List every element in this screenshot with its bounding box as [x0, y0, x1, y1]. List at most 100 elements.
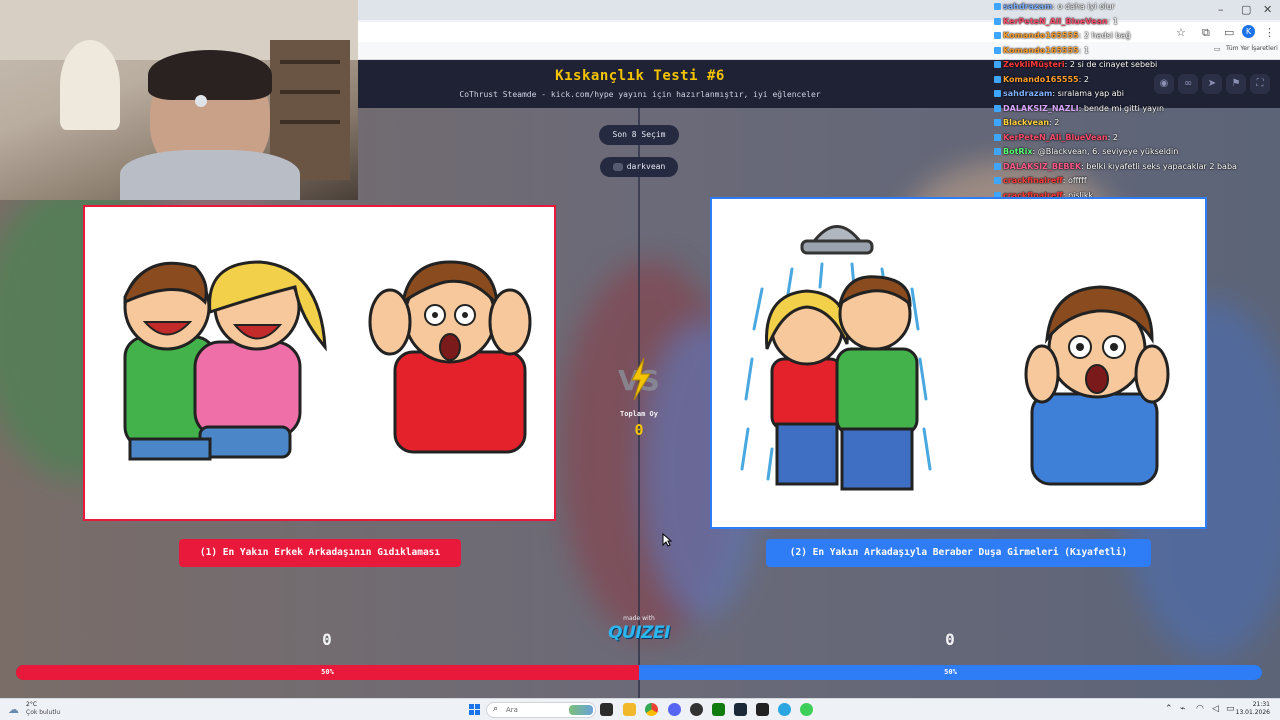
- chat-text: : @Blackvean, 6. seviyeye yükseldin: [1032, 147, 1179, 156]
- mouse-cursor-icon: [662, 533, 672, 547]
- shower-illustration: [740, 225, 1170, 491]
- wifi-icon[interactable]: ◠: [1196, 704, 1204, 714]
- chat-message: DALAKSIZ_NAZLI: bende mi gitti yayın: [994, 102, 1280, 117]
- chat-message: Blackvean: 2: [994, 116, 1280, 131]
- quiz-subtitle: CoThrust Steamde - kick.com/hype yayını …: [459, 90, 821, 99]
- chat-text: : 2: [1078, 74, 1089, 84]
- chat-username: ZevkliMüşteri: [1003, 60, 1065, 69]
- chevron-up-icon[interactable]: ⌃: [1165, 704, 1173, 714]
- chat-username: Komando165555: [1003, 74, 1079, 84]
- chat-username: DALAKSIZ_BEBEK: [1003, 161, 1082, 171]
- chat-overlay: sahdrazam: o daha iyi olur KerPeteN_Ali_B…: [994, 0, 1280, 200]
- chat-username: crackfinalreff: [1003, 176, 1063, 185]
- obs-icon[interactable]: [690, 703, 703, 716]
- weather-temperature[interactable]: 2°C: [26, 701, 37, 708]
- score-right: 0: [945, 630, 955, 649]
- chat-badge-icon: [994, 90, 1001, 97]
- kick-icon[interactable]: [800, 703, 813, 716]
- quizei-logo: QUIZEI: [608, 623, 670, 643]
- terminal-icon[interactable]: [756, 703, 769, 716]
- center-divider: [638, 108, 640, 698]
- chat-username: KerPeteN_Ali_BlueVean: [1003, 16, 1108, 26]
- chat-badge-icon: [994, 32, 1001, 39]
- chat-badge-icon: [994, 119, 1001, 126]
- chat-message: KerPeteN_Ali_BlueVean: 2: [994, 131, 1280, 146]
- progress-left: 50%: [16, 665, 639, 680]
- chat-username: Blackvean: [1003, 118, 1050, 127]
- quiz-title: Kıskançlık Testi #6: [555, 68, 725, 84]
- chat-username: DALAKSIZ_NAZLI: [1003, 103, 1079, 113]
- weather-description[interactable]: Çok bulutlu: [26, 709, 60, 716]
- chat-username: Komando165555: [1003, 45, 1079, 55]
- chat-username: sahdrazam: [1003, 2, 1053, 11]
- chat-badge-icon: [994, 104, 1001, 112]
- chat-message: Komando165555: 2: [994, 73, 1280, 88]
- webcam-feed: [0, 0, 358, 200]
- chat-badge-icon: [994, 177, 1001, 184]
- chat-badge-icon: [994, 162, 1001, 170]
- search-highlight-image: [569, 705, 593, 715]
- tickling-illustration: [123, 260, 532, 461]
- chat-badge-icon: [994, 133, 1001, 141]
- windows-start-icon[interactable]: [469, 704, 480, 715]
- made-with-text: made with: [623, 615, 655, 622]
- chat-badge-icon: [994, 3, 1001, 10]
- chat-text: : 2: [1049, 118, 1060, 127]
- file-explorer-icon[interactable]: [623, 703, 636, 716]
- chat-text: : 1: [1078, 45, 1089, 55]
- total-votes-value: 0: [634, 421, 644, 439]
- chat-text: : 1: [1107, 16, 1118, 26]
- chat-message: DALAKSIZ_BEBEK: belki kıyafetli seks yap…: [994, 160, 1280, 175]
- chat-message: BotRix: @Blackvean, 6. seviyeye yükseldi…: [994, 145, 1280, 160]
- steam-icon[interactable]: [734, 703, 747, 716]
- taskbar-search-input[interactable]: ⌕ Ara: [486, 702, 596, 718]
- chat-username: Komando165555: [1003, 31, 1079, 40]
- option-left-card[interactable]: [83, 205, 556, 521]
- chat-badge-icon: [994, 17, 1001, 25]
- progress-right: 50%: [639, 665, 1262, 680]
- total-votes-label: Toplam Oy: [620, 410, 658, 418]
- chat-message: sahdrazam: sıralama yap abi: [994, 87, 1280, 102]
- chat-text: : sıralama yap abi: [1052, 89, 1124, 98]
- chrome-icon[interactable]: [645, 703, 658, 716]
- chat-text: : 2 hadsi bağ: [1078, 31, 1131, 40]
- chat-badge-icon: [994, 75, 1001, 83]
- task-view-icon[interactable]: [600, 703, 613, 716]
- chat-message: crackfinalreff: offfff: [994, 174, 1280, 189]
- option-left-label[interactable]: (1) En Yakın Erkek Arkadaşının Gıdıklama…: [179, 539, 461, 567]
- chat-text: : o daha iyi olur: [1052, 2, 1115, 11]
- vote-progress-bar: 50% 50%: [16, 665, 1262, 680]
- option-right-card[interactable]: [710, 197, 1207, 529]
- user-name: darkvean: [626, 162, 666, 171]
- chat-text: : 2: [1107, 132, 1118, 142]
- chat-username: sahdrazam: [1003, 89, 1053, 98]
- chat-username: BotRix: [1003, 147, 1033, 156]
- clock-date[interactable]: 13.01.2026: [1232, 709, 1270, 716]
- chat-text: : 2 si de cinayet sebebi: [1064, 60, 1158, 69]
- chat-username: KerPeteN_Ali_BlueVean: [1003, 132, 1108, 142]
- discord-icon[interactable]: [668, 703, 681, 716]
- score-left: 0: [322, 630, 332, 649]
- search-placeholder: Ara: [506, 706, 518, 714]
- volume-icon[interactable]: ◁: [1212, 704, 1219, 714]
- search-icon: ⌕: [493, 704, 499, 714]
- chat-text: : belki kıyafetli seks yapacaklar 2 baba: [1081, 161, 1237, 171]
- chat-badge-icon: [994, 148, 1001, 155]
- chat-message: ZevkliMüşteri: 2 si de cinayet sebebi: [994, 58, 1280, 73]
- option-right-label[interactable]: (2) En Yakın Arkadaşıyla Beraber Duşa Gi…: [766, 539, 1151, 567]
- chat-message: sahdrazam: o daha iyi olur: [994, 0, 1280, 15]
- chat-badge-icon: [994, 46, 1001, 54]
- last-picks-button[interactable]: Son 8 Seçim: [599, 125, 679, 145]
- vs-icon: VS: [618, 357, 660, 401]
- clock-time[interactable]: 21:31: [1240, 701, 1270, 708]
- network-icon[interactable]: ⌁: [1180, 704, 1185, 714]
- app-icon[interactable]: [778, 703, 791, 716]
- chat-text: : offfff: [1062, 176, 1087, 185]
- chat-badge-icon: [994, 61, 1001, 68]
- chat-message: KerPeteN_Ali_BlueVean: 1: [994, 15, 1280, 30]
- xbox-icon[interactable]: [712, 703, 725, 716]
- user-avatar-icon: [612, 162, 623, 171]
- chat-text: : bende mi gitti yayın: [1078, 103, 1165, 113]
- chat-message: Komando165555: 2 hadsi bağ: [994, 29, 1280, 44]
- weather-cloud-icon[interactable]: ☁: [8, 703, 19, 716]
